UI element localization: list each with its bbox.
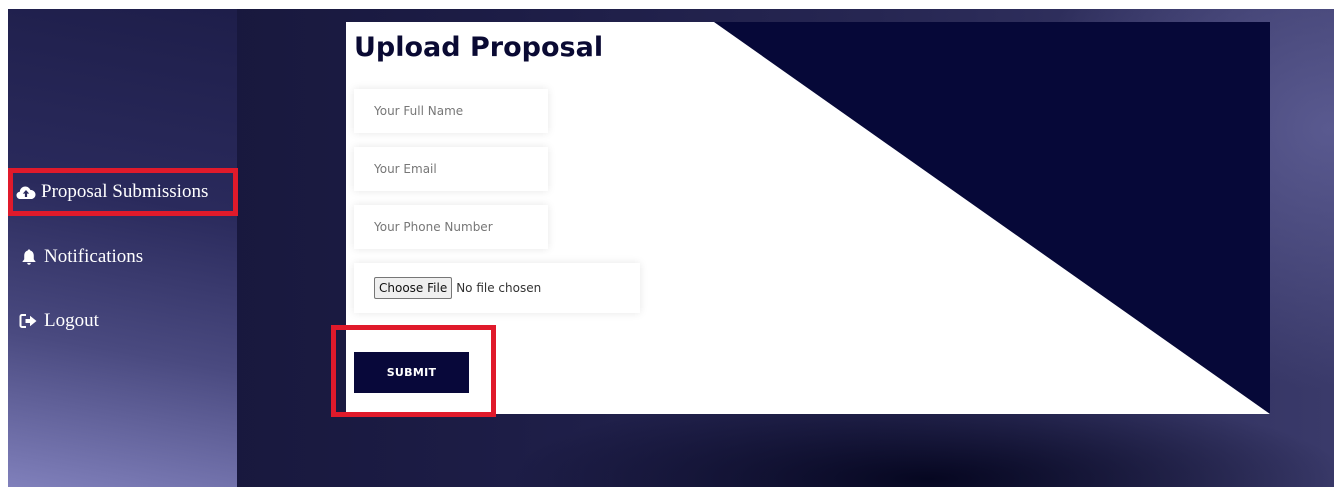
file-upload-field: Choose File No file chosen bbox=[354, 263, 640, 313]
bell-icon bbox=[22, 249, 36, 265]
sidebar-item-label: Proposal Submissions bbox=[41, 181, 209, 202]
file-status-text: No file chosen bbox=[456, 281, 542, 295]
full-name-input[interactable] bbox=[354, 89, 548, 133]
app-frame: Proposal Submissions Notifications Logou… bbox=[8, 9, 1334, 487]
sidebar-item-label: Logout bbox=[44, 310, 99, 331]
sidebar: Proposal Submissions Notifications Logou… bbox=[8, 9, 238, 487]
sidebar-item-proposal-submissions[interactable]: Proposal Submissions bbox=[8, 168, 238, 216]
cloud-upload-icon bbox=[16, 186, 36, 199]
sidebar-item-logout[interactable]: Logout bbox=[8, 310, 99, 332]
choose-file-button[interactable]: Choose File bbox=[374, 277, 453, 299]
phone-input[interactable] bbox=[354, 205, 548, 249]
sidebar-item-label: Notifications bbox=[44, 246, 144, 267]
sign-out-icon bbox=[19, 314, 37, 328]
submit-button[interactable]: SUBMIT bbox=[354, 352, 469, 393]
page-title: Upload Proposal bbox=[354, 32, 604, 63]
email-input[interactable] bbox=[354, 147, 548, 191]
sidebar-item-notifications[interactable]: Notifications bbox=[8, 246, 143, 268]
